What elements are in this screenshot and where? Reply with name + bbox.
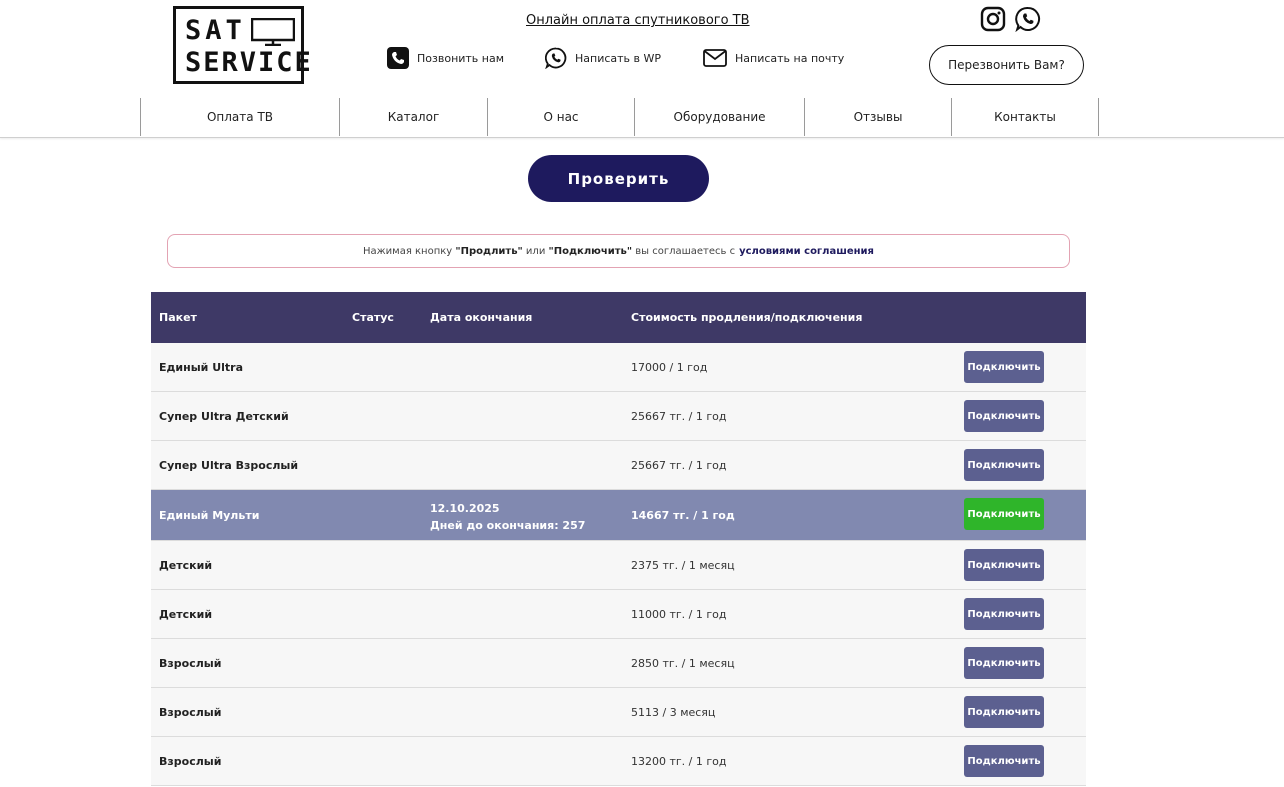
table-row: Взрослый 5113 / 3 месяц Подключить [151, 688, 1086, 737]
package-price: 25667 тг. / 1 год [631, 459, 727, 472]
callback-button[interactable]: Перезвонить Вам? [929, 45, 1084, 85]
package-price: 17000 / 1 год [631, 361, 708, 374]
nav-item-tv-payment[interactable]: Оплата ТВ [140, 98, 339, 136]
connect-button[interactable]: Подключить [964, 498, 1044, 530]
terms-link[interactable]: условиями соглашения [739, 246, 874, 257]
nav-item-about[interactable]: О нас [487, 98, 634, 136]
package-name: Супер Ultra Взрослый [159, 459, 299, 472]
notice-middle: или [522, 245, 549, 257]
table-header: Пакет Статус Дата окончания Стоимость пр… [151, 292, 1086, 343]
table-row: Взрослый 2850 тг. / 1 месяц Подключить [151, 639, 1086, 688]
table-row: Детский 11000 тг. / 1 год Подключить [151, 590, 1086, 639]
package-name: Единый Ultra [159, 361, 243, 374]
connect-button[interactable]: Подключить [964, 598, 1044, 630]
logo-line2: SERVICE [185, 47, 313, 78]
logo-line1: SAT [185, 15, 246, 46]
header-price: Стоимость продления/подключения [631, 311, 863, 324]
notice-connect-label: "Подключить" [548, 245, 633, 257]
whatsapp-social-icon[interactable] [1015, 6, 1041, 32]
table-row: Детский 2375 тг. / 1 месяц Подключить [151, 541, 1086, 590]
connect-button[interactable]: Подключить [964, 549, 1044, 581]
package-price: 14667 тг. / 1 год [631, 509, 735, 522]
package-price: 13200 тг. / 1 год [631, 755, 727, 768]
email-label: Написать на почту [735, 51, 845, 65]
package-price: 2850 тг. / 1 месяц [631, 657, 735, 670]
package-name: Супер Ultra Детский [159, 410, 289, 423]
package-name: Детский [159, 559, 213, 572]
whatsapp-label: Написать в WP [575, 51, 662, 65]
check-button[interactable]: Проверить [528, 155, 709, 202]
packages-table: Пакет Статус Дата окончания Стоимость пр… [151, 292, 1086, 786]
table-row: Супер Ultra Детский 25667 тг. / 1 год По… [151, 392, 1086, 441]
whatsapp-link[interactable]: Написать в WP [545, 44, 661, 72]
mail-icon [703, 49, 727, 67]
instagram-icon[interactable] [980, 6, 1006, 32]
site-header: SAT SERVICE Онлайн оплата спутникового Т… [0, 0, 1284, 138]
nav-item-catalog[interactable]: Каталог [339, 98, 487, 136]
main-nav: Оплата ТВ Каталог О нас Оборудование Отз… [140, 98, 1099, 136]
nav-item-contacts[interactable]: Контакты [951, 98, 1099, 136]
package-name: Взрослый [159, 755, 222, 768]
package-price: 2375 тг. / 1 месяц [631, 559, 735, 572]
end-date-cell: 12.10.2025 Дней до окончания: 257 [430, 500, 585, 534]
connect-button[interactable]: Подключить [964, 351, 1044, 383]
phone-icon [387, 47, 409, 69]
nav-item-equipment[interactable]: Оборудование [634, 98, 804, 136]
header-status: Статус [352, 311, 394, 324]
notice-prefix: Нажимая кнопку [363, 245, 456, 257]
package-price: 25667 тг. / 1 год [631, 410, 727, 423]
package-price: 5113 / 3 месяц [631, 706, 716, 719]
header-package: Пакет [159, 311, 197, 324]
connect-button[interactable]: Подключить [964, 647, 1044, 679]
email-link[interactable]: Написать на почту [703, 44, 844, 72]
table-row: Взрослый 13200 тг. / 1 год Подключить [151, 737, 1086, 786]
connect-button[interactable]: Подключить [964, 745, 1044, 777]
table-row: Единый Ultra 17000 / 1 год Подключить [151, 343, 1086, 392]
end-date: 12.10.2025 [430, 502, 500, 515]
header-end-date: Дата окончания [430, 311, 533, 324]
package-price: 11000 тг. / 1 год [631, 608, 727, 621]
table-row: Супер Ultra Взрослый 25667 тг. / 1 год П… [151, 441, 1086, 490]
notice-extend-label: "Продлить" [455, 245, 523, 257]
nav-item-reviews[interactable]: Отзывы [804, 98, 951, 136]
package-name: Взрослый [159, 706, 222, 719]
whatsapp-icon [545, 47, 567, 69]
connect-button[interactable]: Подключить [964, 696, 1044, 728]
call-us-link[interactable]: Позвонить нам [387, 44, 504, 72]
online-payment-link[interactable]: Онлайн оплата спутникового ТВ [526, 13, 750, 28]
package-name: Единый Мульти [159, 509, 260, 522]
notice-suffix: вы соглашаетесь с [632, 245, 736, 257]
agreement-notice: Нажимая кнопку "Продлить" или "Подключит… [167, 234, 1070, 268]
tv-icon [251, 18, 295, 46]
days-left: Дней до окончания: 257 [430, 519, 586, 532]
table-row-active: Единый Мульти 12.10.2025 Дней до окончан… [151, 490, 1086, 541]
call-us-label: Позвонить нам [417, 51, 505, 65]
connect-button[interactable]: Подключить [964, 449, 1044, 481]
logo[interactable]: SAT SERVICE [173, 6, 311, 84]
connect-button[interactable]: Подключить [964, 400, 1044, 432]
package-name: Взрослый [159, 657, 222, 670]
package-name: Детский [159, 608, 213, 621]
